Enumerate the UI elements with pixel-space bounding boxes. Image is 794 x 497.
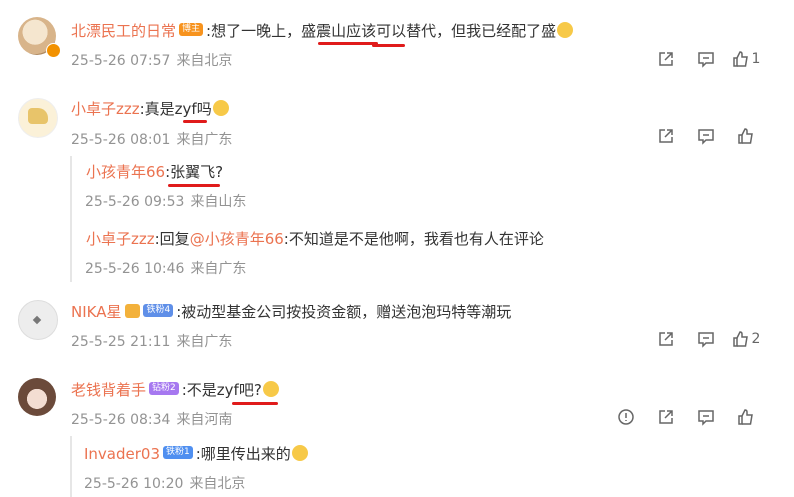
default-avatar-icon [32,315,42,325]
comment-date: 25-5-26 08:34 [71,412,171,428]
reply-date: 25-5-26 10:46 [85,261,185,277]
like-button[interactable]: 1 [726,49,766,69]
like-icon [738,128,753,144]
avatar[interactable] [18,300,58,340]
share-button[interactable] [646,407,686,427]
avatar[interactable] [18,98,58,138]
share-icon [659,52,673,66]
comment-author[interactable]: 北漂民工的日常 [71,22,176,40]
comment-date: 25-5-26 07:57 [71,53,171,69]
share-icon [659,332,673,346]
comment-text: :真是zyf吗 [139,100,212,118]
reply-source: 来自广东 [190,261,247,277]
like-button[interactable] [726,126,766,146]
comment-author[interactable]: 老钱背着手 [71,381,146,399]
shocked-emoji-icon [291,445,308,461]
annotation-underline [372,44,405,47]
comment-button[interactable] [686,126,726,146]
like-count: 1 [751,51,761,67]
comment-button[interactable] [686,407,726,427]
comment-button[interactable] [686,329,726,349]
reply-author[interactable]: 小卓子zzz [86,230,155,248]
comment-date: 25-5-26 08:01 [71,132,171,148]
reply-date: 25-5-26 09:53 [85,194,185,210]
reply-source: 来自北京 [189,476,246,492]
comment-author[interactable]: 小卓子zzz [71,100,140,118]
fan-badge: 铁粉1 [163,446,193,459]
share-button[interactable] [646,49,686,69]
fan-crown-icon [125,304,141,318]
reply-list: 小孩青年66:张翼飞? 25-5-26 09:53 来自山东 小卓子zzz:回复@… [70,156,772,282]
comment-text: :想了一晚上，盛震山应该可以替代，但我已经配了盛 [206,22,557,40]
reply-author[interactable]: Invader03 [84,445,160,463]
verified-icon [46,43,61,58]
comment-source: 来自北京 [176,53,233,69]
like-icon [738,409,753,425]
comment-source: 来自广东 [176,132,233,148]
share-icon [659,129,673,143]
reply-author[interactable]: 小孩青年66 [86,163,165,181]
laugh-cry-emoji-icon [212,100,229,116]
report-button[interactable] [606,407,646,427]
like-button[interactable] [726,407,766,427]
like-count: 2 [751,331,761,347]
laugh-cry-emoji-icon [557,22,574,38]
comment-icon [698,332,714,348]
share-button[interactable] [646,329,686,349]
comment-date: 25-5-25 21:11 [71,334,171,350]
reply-prefix: :回复 [154,230,190,248]
cartoon-icon [28,108,48,124]
avatar[interactable] [18,378,56,416]
comment-source: 来自河南 [176,412,233,428]
reply-text: :哪里传出来的 [195,445,291,463]
share-button[interactable] [646,126,686,146]
annotation-underline [183,120,207,123]
reply-list: Invader03 铁粉1:哪里传出来的 25-5-26 10:20 来自北京 [70,436,772,497]
report-icon [618,409,634,425]
comment-source: 来自广东 [176,334,233,350]
like-button[interactable]: 2 [726,329,766,349]
blogger-badge: 博主 [179,23,204,36]
mention-link[interactable]: @小孩青年66 [190,230,284,248]
comment-text: :不是zyf吧? [181,381,262,399]
comment-text: :被动型基金公司按投资金额，赠送泡泡玛特等潮玩 [176,303,512,321]
comment-icon [698,129,714,145]
comment-icon [698,410,714,426]
reply-text: :不知道是不是他啊，我看也有人在评论 [283,230,544,248]
reply-text: :张翼飞? [165,163,224,181]
comment-button[interactable] [686,49,726,69]
like-icon [732,331,748,347]
share-icon [659,410,673,424]
annotation-underline [232,402,278,405]
comment-author[interactable]: NIKA星 [71,303,121,321]
annotation-underline [318,42,378,45]
comment-icon [698,52,714,68]
reply-source: 来自山东 [190,194,247,210]
fan-badge: 钻粉2 [149,382,179,395]
reply-date: 25-5-26 10:20 [84,476,184,492]
fan-badge: 铁粉4 [143,304,174,317]
annotation-underline [168,184,220,187]
crying-emoji-icon [262,381,279,397]
like-icon [732,51,748,67]
